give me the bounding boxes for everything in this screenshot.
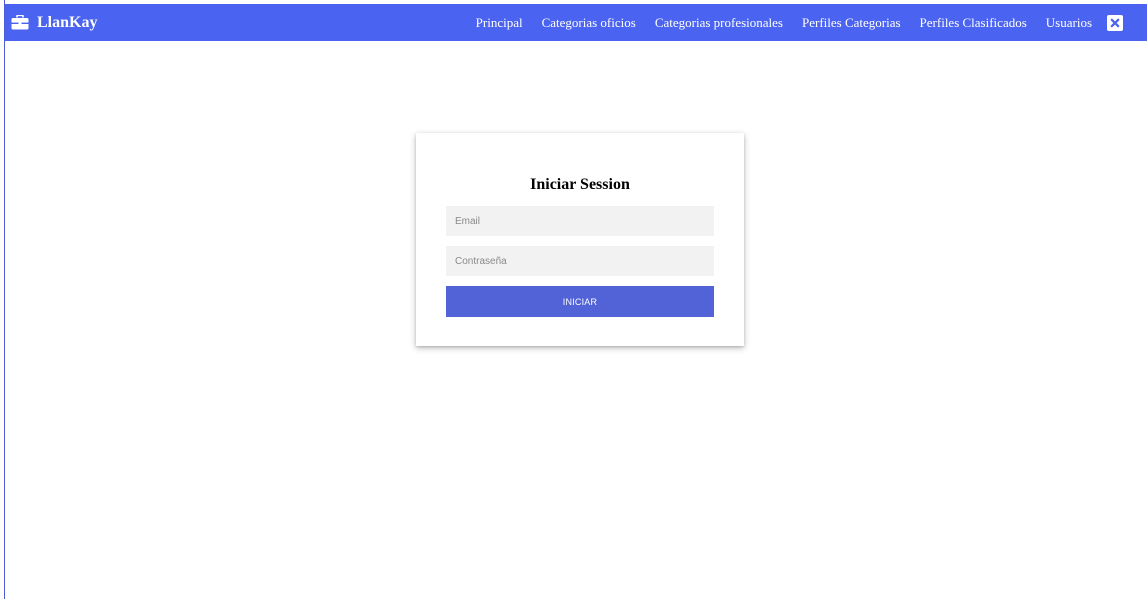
password-field[interactable] xyxy=(446,246,714,276)
nav-link-categorias-oficios[interactable]: Categorias oficios xyxy=(542,15,636,31)
logout-button[interactable] xyxy=(1107,14,1123,31)
nav-menu: Principal Categorias oficios Categorias … xyxy=(476,4,1147,41)
email-field[interactable] xyxy=(446,206,714,236)
left-edge-divider xyxy=(0,0,5,599)
top-navbar: LlanKay Principal Categorias oficios Cat… xyxy=(5,4,1147,41)
nav-link-categorias-profesionales[interactable]: Categorias profesionales xyxy=(655,15,783,31)
brand-name: LlanKay xyxy=(37,13,98,31)
nav-link-perfiles-clasificados[interactable]: Perfiles Clasificados xyxy=(920,15,1027,31)
login-submit-button[interactable]: INICIAR xyxy=(446,286,714,317)
briefcase-icon xyxy=(11,15,29,30)
login-card: Iniciar Session INICIAR xyxy=(416,133,744,346)
nav-link-perfiles-categorias[interactable]: Perfiles Categorias xyxy=(802,15,901,31)
nav-link-principal[interactable]: Principal xyxy=(476,15,523,31)
nav-link-usuarios[interactable]: Usuarios xyxy=(1046,15,1092,31)
brand-link[interactable]: LlanKay xyxy=(11,14,97,32)
close-box-icon xyxy=(1107,14,1123,31)
login-title: Iniciar Session xyxy=(530,176,630,193)
